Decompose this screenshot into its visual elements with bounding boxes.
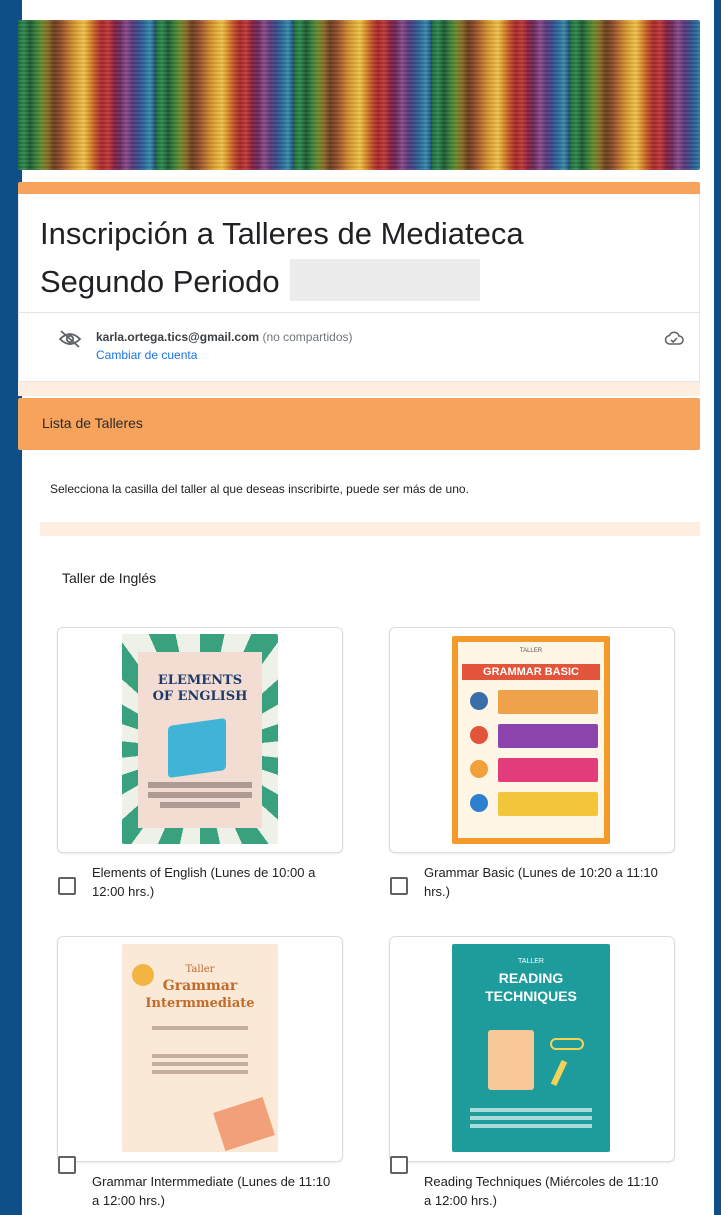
poster-title: Grammar: [162, 978, 238, 994]
account-info: karla.ortega.tics@gmail.com (no comparti…: [96, 330, 353, 344]
redacted-block: [289, 258, 480, 301]
form-title-line1: Inscripción a Talleres de Mediateca: [40, 216, 524, 251]
poster-text-line: [152, 1026, 248, 1030]
info-bar: [498, 758, 598, 782]
poster-title: GRAMMAR BASIC: [462, 664, 600, 680]
cloud-check-icon: [664, 331, 684, 345]
info-bar: [498, 724, 598, 748]
header-banner-image: [18, 20, 700, 170]
poster-title: OF ENGLISH: [152, 689, 248, 704]
checkbox-elements-of-english[interactable]: [58, 877, 76, 895]
question-title: Taller de Inglés: [62, 570, 157, 586]
checkbox-reading-techniques[interactable]: [390, 1156, 408, 1174]
eye-off-icon: [58, 330, 82, 348]
checkbox-grammar-basic[interactable]: [390, 877, 408, 895]
form-title-line2-text: Segundo Periodo: [40, 264, 280, 299]
account-note: (no compartidos): [262, 330, 353, 344]
info-bar: [498, 690, 598, 714]
section-title: Lista de Talleres: [42, 415, 143, 431]
poster-title: Intermmediate: [145, 996, 255, 1011]
decorative-shape: [213, 1096, 275, 1152]
poster-text-line: [152, 1070, 248, 1074]
person-icon: [470, 692, 488, 710]
poster-tag: TALLER: [519, 648, 543, 654]
section-separator-2: [40, 522, 700, 536]
poster-text-line: [160, 802, 240, 808]
header-divider: [18, 312, 700, 313]
info-bar: [498, 792, 598, 816]
poster-tag: Taller: [185, 964, 215, 975]
poster-text-line: [470, 1116, 592, 1120]
poster-title: ELEMENTS: [157, 673, 243, 688]
poster-panel: TALLER GRAMMAR BASIC: [458, 642, 604, 838]
form-title-line2: Segundo Periodo: [40, 258, 640, 306]
section-header: Lista de Talleres: [18, 398, 700, 450]
poster-grammar-intermmediate: Taller Grammar Intermmediate: [122, 944, 278, 1152]
option-label[interactable]: Grammar Basic (Lunes de 10:20 a 11:10 hr…: [424, 863, 664, 901]
poster-text-line: [470, 1124, 592, 1128]
option-label[interactable]: Elements of English (Lunes de 10:00 a 12…: [92, 863, 332, 901]
glasses-icon: [550, 1038, 584, 1050]
clock-icon: [470, 760, 488, 778]
poster-text-line: [152, 1054, 248, 1058]
form-title: Inscripción a Talleres de Mediateca Segu…: [40, 210, 640, 306]
calendar-icon: [470, 726, 488, 744]
poster-text-line: [148, 792, 252, 798]
tablet-illustration: [168, 717, 226, 779]
book-illustration: [488, 1030, 534, 1090]
account-email: karla.ortega.tics@gmail.com: [96, 330, 260, 344]
section-description: Selecciona la casilla del taller al que …: [50, 482, 469, 496]
switch-account-link[interactable]: Cambiar de cuenta: [96, 348, 197, 362]
option-label[interactable]: Grammar Intermmediate (Lunes de 11:10 a …: [92, 1172, 332, 1210]
header-accent-bar: [18, 182, 700, 194]
option-label[interactable]: Reading Techniques (Miércoles de 11:10 a…: [424, 1172, 664, 1210]
pencil-icon: [550, 1059, 568, 1087]
poster-elements-of-english: ELEMENTS OF ENGLISH: [122, 634, 278, 844]
poster-title: TECHNIQUES: [485, 988, 577, 1004]
poster-title: READING: [498, 970, 564, 986]
poster-text-line: [148, 782, 252, 788]
checkbox-grammar-intermmediate[interactable]: [58, 1156, 76, 1174]
poster-tag: TALLER: [518, 958, 544, 965]
poster-reading-techniques: TALLER READING TECHNIQUES: [452, 944, 610, 1152]
poster-panel: ELEMENTS OF ENGLISH: [138, 652, 262, 828]
section-separator: [18, 382, 700, 396]
poster-text-line: [470, 1108, 592, 1112]
video-icon: [470, 794, 488, 812]
poster-grammar-basic: TALLER GRAMMAR BASIC: [452, 636, 610, 844]
poster-text-line: [152, 1062, 248, 1066]
